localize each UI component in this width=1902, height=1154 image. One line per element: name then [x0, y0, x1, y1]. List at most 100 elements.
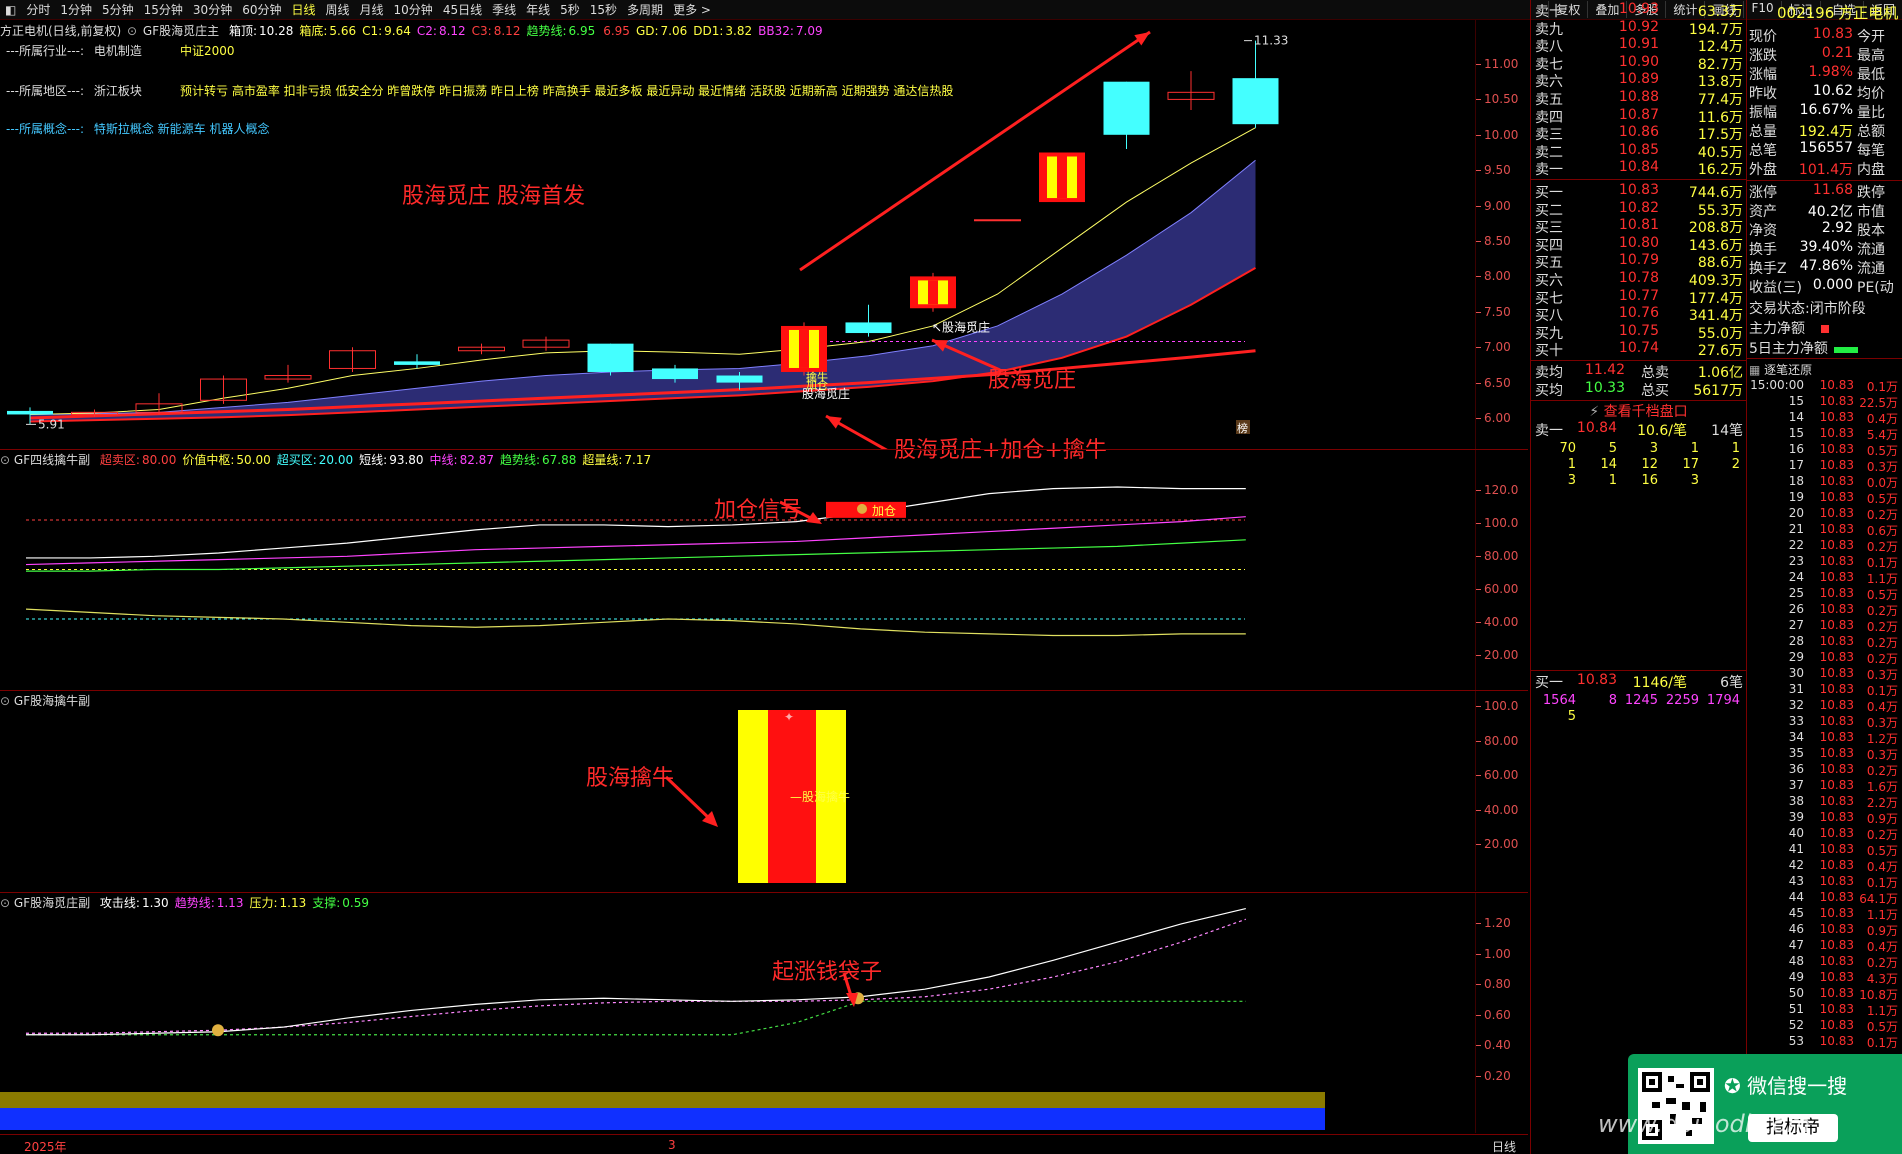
- book-divider: [1531, 179, 1746, 180]
- tick-price-21: 10.83: [1819, 714, 1854, 728]
- bid-5[interactable]: 买六 10.78 409.3万: [1535, 270, 1743, 289]
- bid-1[interactable]: 买二 10.82 55.3万: [1535, 200, 1743, 219]
- four-line-chart[interactable]: 加仓: [0, 450, 1476, 690]
- tick-price-40: 10.83: [1819, 1018, 1854, 1032]
- bid-6[interactable]: 买七 10.77 177.4万: [1535, 288, 1743, 307]
- tick-time-3: 15: [1788, 426, 1804, 440]
- ask-6[interactable]: 卖四 10.87 11.6万: [1535, 107, 1743, 126]
- period-tab-15[interactable]: 多周期: [622, 1, 668, 18]
- bid-8[interactable]: 买九 10.75 55.0万: [1535, 323, 1743, 342]
- stat-row-0: 现价 10.83 今开: [1749, 26, 1902, 45]
- mid-line-series: [25, 516, 1246, 566]
- ask-5[interactable]: 卖五 10.88 77.4万: [1535, 89, 1743, 108]
- ask-9-label: 卖一: [1535, 162, 1563, 179]
- avg-buy-l1: 买均: [1535, 383, 1563, 399]
- axis-tick-5: 8.50: [1484, 234, 1511, 248]
- ask-8-vol: 40.5万: [1697, 144, 1743, 161]
- period-tab-0[interactable]: 分时: [21, 1, 55, 18]
- axis-tick-4: 40.00: [1484, 615, 1519, 629]
- period-tab-4[interactable]: 30分钟: [188, 1, 237, 18]
- bid-0[interactable]: 买一 10.83 744.6万: [1535, 182, 1743, 201]
- ask-3-vol: 82.7万: [1697, 56, 1743, 73]
- tick-row-23: 35 10.83 0.3万: [1746, 746, 1902, 762]
- bid-0-price: 10.83: [1618, 182, 1659, 198]
- tick-row-22: 34 10.83 1.2万: [1746, 730, 1902, 746]
- attack-line-chart[interactable]: [0, 893, 1476, 1133]
- tick-vol-28: 0.2万: [1866, 828, 1898, 842]
- period-tab-10[interactable]: 45日线: [438, 1, 487, 18]
- stat2-key-1: 资产: [1749, 204, 1777, 220]
- candlestick-chart[interactable]: 11.335.91↖股海觅庄股海觅庄加仓擒牛榜: [0, 20, 1476, 450]
- tick-time-26: 38: [1788, 794, 1804, 808]
- tick-row-36: 48 10.83 0.2万: [1746, 954, 1902, 970]
- bid-8-label: 买九: [1535, 325, 1563, 342]
- period-tab-5[interactable]: 60分钟: [237, 1, 286, 18]
- period-label[interactable]: 日线: [1492, 1138, 1516, 1154]
- tick-list[interactable]: 15:00:00 10.83 0.1万 15 10.83 22.5万 14 10.83 0.4万…: [1746, 378, 1902, 1050]
- ask-1[interactable]: 卖九 10.92 194.7万: [1535, 19, 1743, 38]
- period-tab-12[interactable]: 年线: [521, 1, 555, 18]
- bid-8-vol: 55.0万: [1697, 325, 1743, 342]
- wechat-search: ✪ 微信搜一搜: [1724, 1070, 1847, 1099]
- axis-tick-7: 7.50: [1484, 304, 1511, 319]
- candle-body-19: [1232, 78, 1279, 125]
- bid-7[interactable]: 买八 10.76 341.4万: [1535, 305, 1743, 325]
- period-tab-7[interactable]: 周线: [321, 1, 355, 18]
- signal-candle-stripe-12: [799, 329, 809, 368]
- ask-5-vol: 77.4万: [1697, 92, 1743, 108]
- high-label: 11.33: [1254, 34, 1288, 48]
- ask-2[interactable]: 卖八 10.91 12.4万: [1535, 36, 1743, 55]
- period-tab-6[interactable]: 日线: [286, 1, 320, 18]
- bull-bar-chart[interactable]: —股海擒牛 ✦: [0, 691, 1476, 891]
- ask-0[interactable]: 卖十 10.93 63.3万: [1535, 1, 1743, 20]
- tick-vol-3: 5.4万: [1866, 428, 1898, 442]
- tick-vol-23: 0.3万: [1866, 748, 1898, 762]
- period-tab-14[interactable]: 15秒: [585, 1, 622, 18]
- period-tab-9[interactable]: 10分钟: [389, 1, 438, 18]
- bid-7-label: 买八: [1535, 308, 1563, 325]
- sell-queue-cell-2-1: 1: [1608, 473, 1617, 488]
- axis-mark-2: [1476, 984, 1481, 985]
- tick-time-32: 44: [1788, 890, 1804, 904]
- tick-time-5: 17: [1788, 458, 1804, 472]
- tick-price-32: 10.83: [1819, 890, 1854, 904]
- axis-mark-0: [1476, 706, 1481, 707]
- menu-icon[interactable]: ◧: [0, 3, 21, 17]
- bid-9[interactable]: 买十 10.74 27.6万: [1535, 340, 1743, 359]
- ask-4[interactable]: 卖六 10.89 13.8万: [1535, 71, 1743, 90]
- stat2-key2-0: 跌停: [1857, 185, 1885, 201]
- bid-3[interactable]: 买四 10.80 143.6万: [1535, 235, 1743, 254]
- tick-vol-17: 0.2万: [1866, 652, 1898, 666]
- ask-9[interactable]: 卖一 10.84 16.2万: [1535, 159, 1743, 179]
- period-tab-2[interactable]: 5分钟: [97, 1, 139, 18]
- period-tab-8[interactable]: 月线: [355, 1, 389, 18]
- bid-2[interactable]: 买三 10.81 208.8万: [1535, 217, 1743, 236]
- avg-sell-v2: 1.06亿: [1697, 365, 1743, 381]
- tick-price-12: 10.83: [1819, 570, 1854, 584]
- tick-time-33: 45: [1788, 906, 1804, 920]
- period-tab-13[interactable]: 5秒: [555, 1, 585, 18]
- stat-row-1: 涨跌 0.21 最高: [1749, 45, 1902, 64]
- period-tab-16[interactable]: 更多 >: [668, 1, 716, 18]
- trend-series: [26, 918, 1247, 1034]
- ask-7[interactable]: 卖三 10.86 17.5万: [1535, 124, 1743, 143]
- ask-9-price: 10.84: [1618, 159, 1659, 176]
- period-tab-11[interactable]: 季线: [487, 1, 521, 18]
- depth-button[interactable]: ⚡ 查看千档盘口: [1531, 400, 1746, 420]
- tick-time-16: 28: [1788, 634, 1804, 648]
- bid-5-price: 10.78: [1618, 270, 1659, 286]
- tick-price-36: 10.83: [1819, 954, 1854, 968]
- period-tab-3[interactable]: 15分钟: [139, 1, 188, 18]
- bid-6-label: 买七: [1535, 290, 1563, 307]
- axis-tick-0: 1.20: [1484, 916, 1511, 930]
- ask-6-label: 卖四: [1535, 109, 1563, 126]
- candle-body-11: [716, 375, 763, 383]
- axis-tick-2: 80.00: [1484, 549, 1519, 563]
- ask-2-price: 10.91: [1618, 36, 1659, 53]
- tick-price-25: 10.83: [1819, 778, 1854, 792]
- bid-4[interactable]: 买五 10.79 88.6万: [1535, 252, 1743, 271]
- candle-body-6: [394, 361, 440, 365]
- period-tab-1[interactable]: 1分钟: [55, 1, 97, 18]
- ask-3[interactable]: 卖七 10.90 82.7万: [1535, 54, 1743, 73]
- ask-8[interactable]: 卖二 10.85 40.5万: [1535, 142, 1743, 161]
